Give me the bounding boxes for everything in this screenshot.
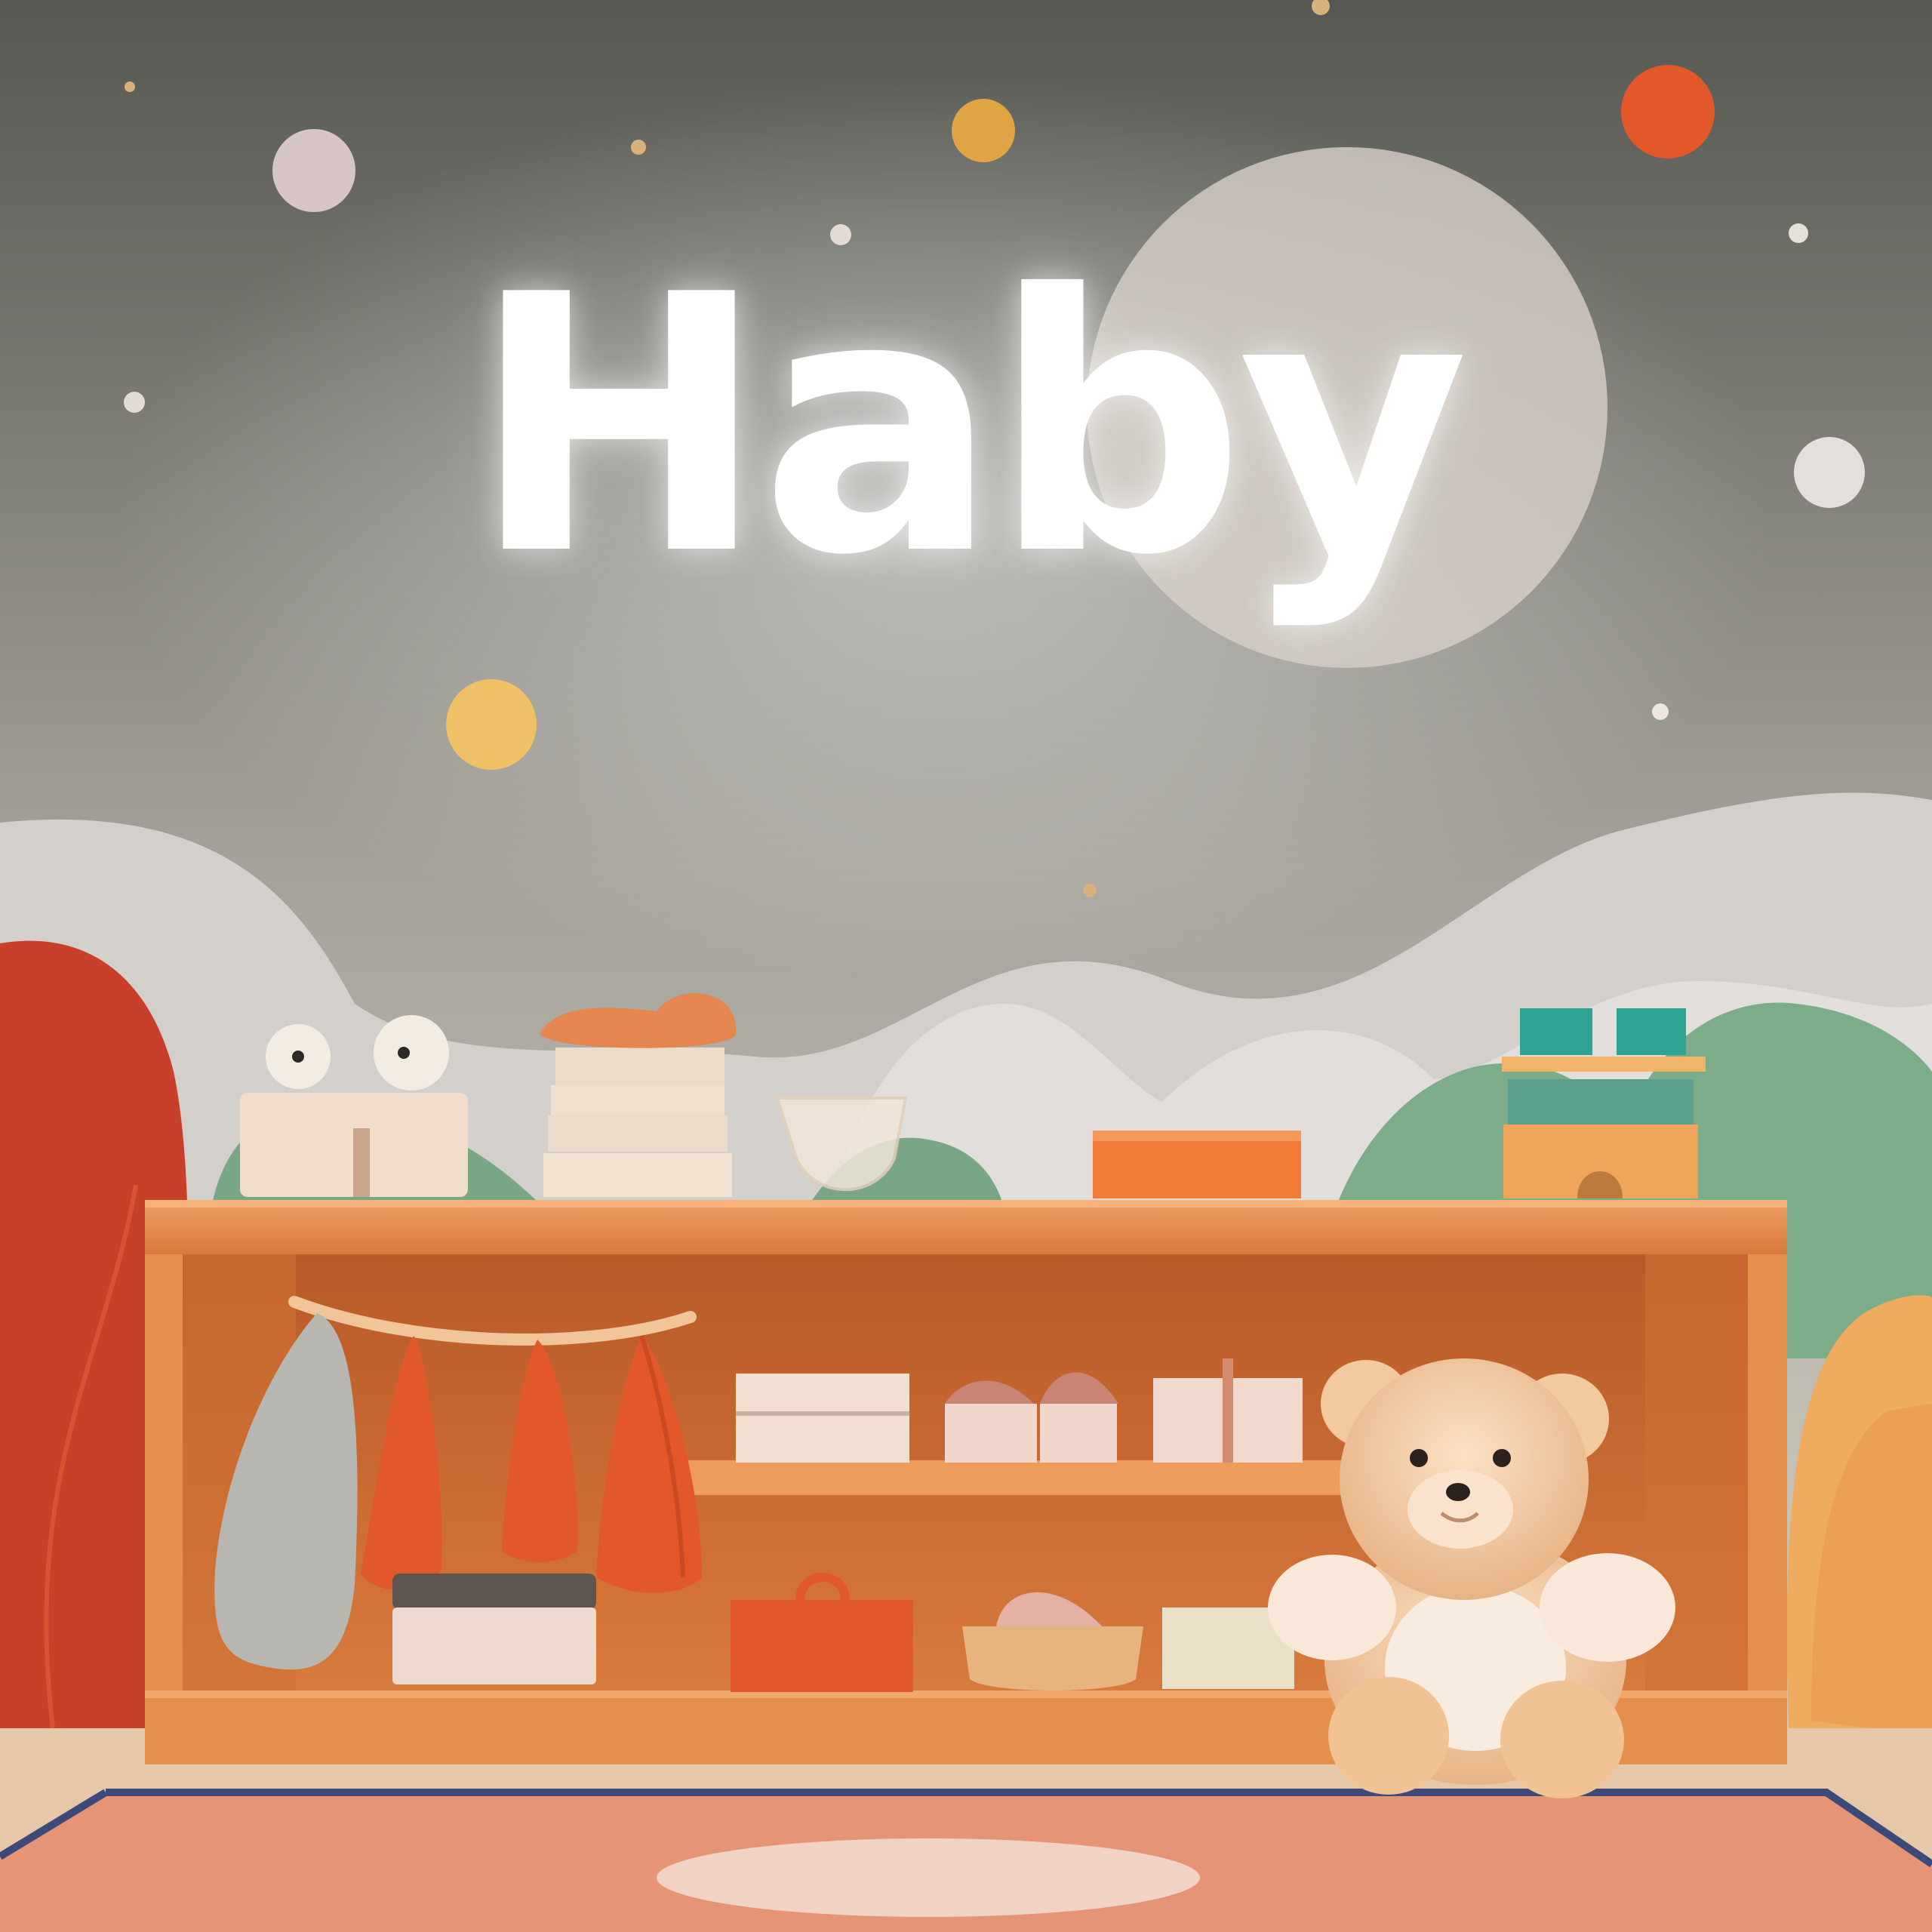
bear-eye-left [1410, 1449, 1428, 1467]
dot-small-1 [125, 82, 135, 92]
basket-2 [1040, 1404, 1117, 1463]
box-white-bottom [392, 1607, 596, 1684]
box-dark-lid [392, 1574, 596, 1610]
orange-tray-rim [1093, 1131, 1301, 1141]
stack-books-line [736, 1411, 909, 1416]
dot-small-5 [1789, 223, 1808, 243]
book-stack-2 [548, 1115, 728, 1152]
dot-orange [1621, 65, 1715, 158]
toy-house-roof [1502, 1057, 1706, 1072]
shelf-right-side [1748, 1254, 1787, 1764]
bear-arm-right [1540, 1553, 1675, 1662]
shelf-top-edge [145, 1200, 1787, 1208]
shelf-top [145, 1200, 1787, 1254]
toy-house-cup-1 [1520, 1008, 1592, 1055]
dot-small-6 [1652, 703, 1669, 720]
dot-yellow [446, 679, 537, 770]
toy-house-window [1508, 1079, 1694, 1124]
dot-small-2 [631, 140, 646, 155]
rug-center [657, 1838, 1200, 1917]
book-stack-4 [555, 1048, 724, 1085]
toy-sheep-eye-2 [398, 1047, 410, 1059]
bear-muzzle [1407, 1470, 1513, 1549]
cream-case-latch [353, 1128, 370, 1197]
wicker-basket [962, 1626, 1143, 1690]
shelf-left-side [145, 1254, 183, 1764]
dot-pink [272, 129, 355, 212]
toy-sheep-eye-1 [292, 1051, 304, 1063]
stack-books [736, 1374, 909, 1463]
toy-sheep-right [374, 1015, 449, 1091]
orange-case [731, 1600, 913, 1692]
book-stack-1 [543, 1153, 732, 1197]
basket-1 [945, 1404, 1037, 1463]
toy-house-cup-2 [1617, 1008, 1686, 1055]
shelf-middle-board [687, 1460, 1351, 1495]
book-stack-3 [551, 1085, 724, 1115]
box-gift-ribbon [1223, 1358, 1233, 1463]
bear-leg-left [1328, 1677, 1449, 1795]
dot-gold [952, 99, 1015, 162]
bear-leg-right [1500, 1681, 1624, 1798]
dot-small-7 [1083, 884, 1097, 897]
bear-eye-right [1493, 1449, 1511, 1467]
wall-lettering: Haby [470, 220, 1469, 632]
bear-nose [1446, 1483, 1470, 1501]
bear-arm-left [1268, 1555, 1396, 1660]
